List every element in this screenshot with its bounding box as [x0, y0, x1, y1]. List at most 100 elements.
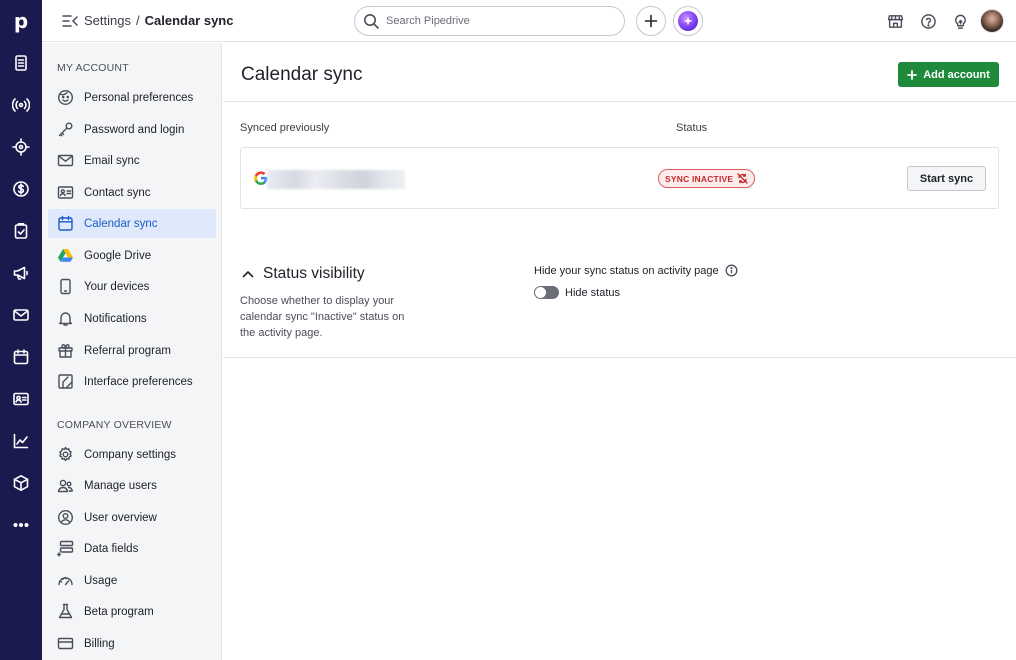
- contact-card-icon: [13, 392, 29, 406]
- start-sync-button[interactable]: Start sync: [907, 166, 986, 191]
- hide-status-option-label: Hide your sync status on activity page: [534, 264, 719, 277]
- phone-icon: [60, 278, 71, 295]
- calendar-icon: [13, 349, 29, 365]
- sidebar-item-label: Your devices: [84, 280, 150, 293]
- status-badge-text: SYNC INACTIVE: [665, 173, 734, 184]
- rail-insights[interactable]: [0, 420, 42, 462]
- rail-leads[interactable]: [0, 42, 42, 84]
- search-bar[interactable]: [354, 6, 625, 36]
- gauge-icon: [58, 576, 73, 586]
- ai-assistant-button[interactable]: [673, 6, 703, 36]
- sidebar-item-contact-sync[interactable]: Contact sync: [48, 178, 216, 207]
- sidebar-item-label: Referral program: [84, 344, 171, 357]
- sidebar-item-usage[interactable]: Usage: [48, 566, 216, 595]
- column-header-status: Status: [676, 122, 708, 134]
- info-icon[interactable]: [725, 264, 738, 277]
- sidebar-item-your-devices[interactable]: Your devices: [48, 272, 216, 301]
- breadcrumb: Settings / Calendar sync: [84, 13, 233, 28]
- sidebar-item-label: Usage: [84, 574, 118, 587]
- my-account-section-title: MY ACCOUNT: [57, 62, 129, 74]
- add-account-label: Add account: [923, 68, 990, 81]
- rail-calendar[interactable]: [0, 336, 42, 378]
- rail-campaigns[interactable]: [0, 84, 42, 126]
- rail-products[interactable]: [0, 462, 42, 504]
- key-icon: [58, 122, 73, 137]
- sidebar-item-billing[interactable]: Billing: [48, 629, 216, 658]
- sidebar-item-personal-preferences[interactable]: Personal preferences: [48, 83, 216, 112]
- pipedrive-logo[interactable]: p: [0, 0, 42, 42]
- help-button[interactable]: [918, 11, 938, 31]
- sidebar-item-user-overview[interactable]: User overview: [48, 503, 216, 532]
- sidebar-item-label: Contact sync: [84, 186, 151, 199]
- rail-contacts[interactable]: [0, 378, 42, 420]
- breadcrumb-current: Calendar sync: [144, 13, 234, 28]
- contact-card-icon: [57, 186, 74, 199]
- hide-status-toggle[interactable]: [534, 286, 559, 299]
- main-content: Calendar sync Add account Synced previou…: [223, 43, 1016, 660]
- dollar-icon: [13, 181, 29, 197]
- sidebar-item-label: Billing: [84, 637, 115, 650]
- quick-add-button[interactable]: [636, 6, 666, 36]
- breadcrumb-settings-link[interactable]: Settings: [84, 13, 131, 28]
- sidebar-item-email-sync[interactable]: Email sync: [48, 146, 216, 175]
- sidebar-item-company-settings[interactable]: Company settings: [48, 440, 216, 469]
- company-overview-section-title: COMPANY OVERVIEW: [57, 419, 172, 431]
- sidebar-item-password-and-login[interactable]: Password and login: [48, 115, 216, 144]
- users-icon: [57, 479, 73, 493]
- collapse-sidebar-button[interactable]: [56, 11, 84, 31]
- add-account-button[interactable]: Add account: [898, 62, 999, 87]
- status-visibility-description: Choose whether to display your calendar …: [240, 295, 405, 339]
- search-icon: [364, 14, 379, 29]
- app-rail: p: [0, 0, 42, 660]
- bell-icon: [59, 312, 72, 326]
- calendar-icon: [58, 215, 73, 231]
- sidebar-item-referral-program[interactable]: Referral program: [48, 336, 216, 365]
- envelope-icon: [57, 154, 74, 167]
- plus-icon: [644, 14, 658, 28]
- user-circle-icon: [57, 509, 74, 526]
- rail-campaigns-mega[interactable]: [0, 252, 42, 294]
- sidebar-item-notifications[interactable]: Notifications: [48, 304, 216, 333]
- tips-button[interactable]: [950, 11, 970, 31]
- credit-card-icon: [57, 637, 74, 650]
- rail-mail[interactable]: [0, 294, 42, 336]
- rail-more[interactable]: [0, 504, 42, 546]
- gear-icon: [59, 446, 72, 462]
- store-icon: [887, 14, 903, 28]
- sidebar-item-beta-program[interactable]: Beta program: [48, 597, 216, 626]
- clipboard-check-icon: [14, 223, 28, 239]
- search-input[interactable]: [386, 15, 606, 27]
- sidebar-item-label: Manage users: [84, 479, 157, 492]
- top-bar: Settings / Calendar sync: [42, 0, 1016, 42]
- rail-deals[interactable]: [0, 126, 42, 168]
- more-dots-icon: [13, 523, 29, 528]
- sidebar-item-label: Interface preferences: [84, 375, 193, 388]
- sidebar-item-data-fields[interactable]: Data fields: [48, 534, 216, 563]
- chart-line-icon: [13, 433, 29, 449]
- sidebar-item-label: User overview: [84, 511, 157, 524]
- google-drive-icon: [58, 249, 73, 262]
- settings-sidebar: MY ACCOUNT Personal preferences Password…: [42, 43, 222, 660]
- user-avatar[interactable]: [980, 9, 1004, 33]
- sidebar-item-label: Password and login: [84, 123, 185, 136]
- sidebar-item-manage-users[interactable]: Manage users: [48, 471, 216, 500]
- sidebar-item-calendar-sync[interactable]: Calendar sync: [48, 209, 216, 238]
- data-fields-icon: [57, 540, 74, 557]
- hide-status-toggle-label: Hide status: [565, 287, 621, 299]
- breadcrumb-separator: /: [135, 13, 140, 28]
- sidebar-item-label: Notifications: [84, 312, 147, 325]
- ai-sparkle-icon: [678, 11, 698, 31]
- marketplace-button[interactable]: [885, 11, 905, 31]
- mail-icon: [13, 309, 29, 321]
- sidebar-item-label: Beta program: [84, 605, 154, 618]
- page-title: Calendar sync: [241, 64, 363, 85]
- sidebar-item-label: Personal preferences: [84, 91, 194, 104]
- sidebar-item-interface-preferences[interactable]: Interface preferences: [48, 367, 216, 396]
- status-visibility-toggle-section[interactable]: Status visibility: [241, 265, 365, 283]
- sidebar-item-google-drive[interactable]: Google Drive: [48, 241, 216, 270]
- chevron-up-icon: [242, 271, 254, 278]
- rail-money[interactable]: [0, 168, 42, 210]
- rail-activities[interactable]: [0, 210, 42, 252]
- sync-off-icon: [737, 173, 748, 184]
- box-icon: [13, 475, 29, 491]
